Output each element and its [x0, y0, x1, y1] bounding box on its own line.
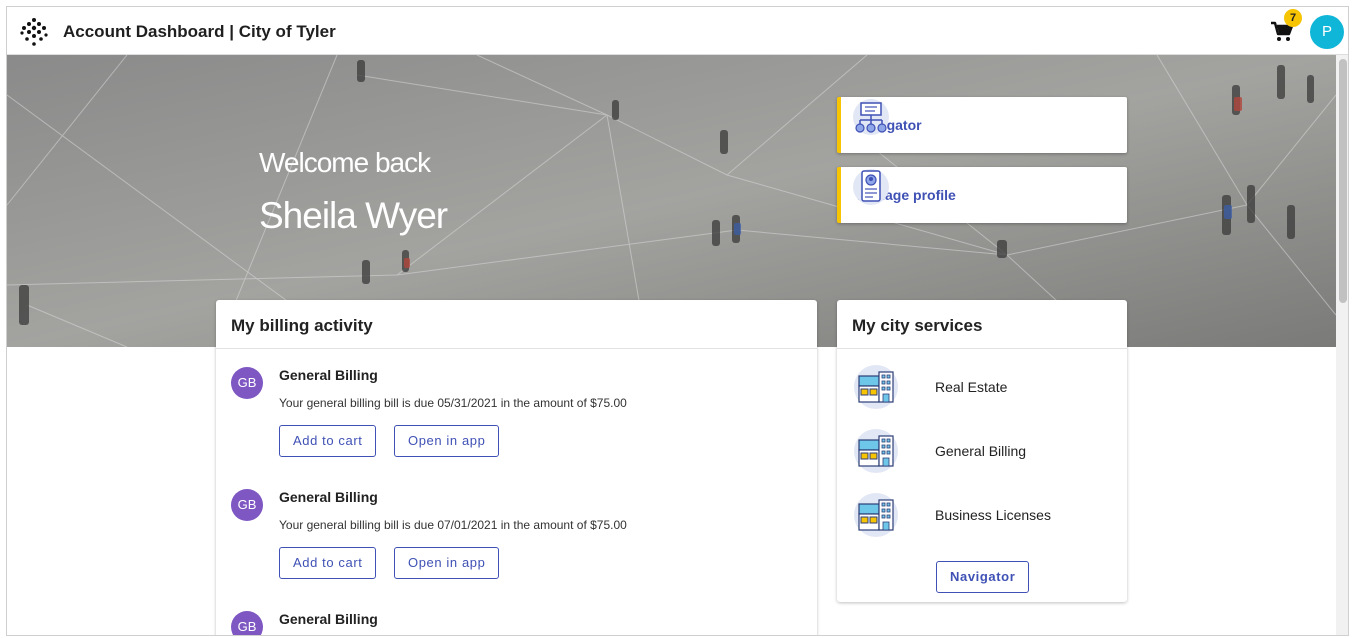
billing-item-description: Your general billing bill is due 05/31/2…: [279, 396, 627, 410]
navigator-quick-link[interactable]: Navigator: [837, 97, 1127, 153]
building-icon: [854, 429, 898, 473]
services-navigator-button[interactable]: Navigator: [936, 561, 1030, 593]
top-bar: Account Dashboard | City of Tyler 7 P: [7, 7, 1348, 55]
billing-item-description: Your general billing bill is due 07/01/2…: [279, 518, 627, 532]
user-name: Sheila Wyer: [259, 195, 448, 236]
service-label: Business Licenses: [935, 507, 1051, 523]
billing-item: GB General Billing: [216, 611, 817, 635]
billing-activity-panel: My billing activity GB General Billing Y…: [216, 300, 817, 635]
billing-avatar: GB: [231, 489, 263, 521]
billing-item: GB General Billing Your general billing …: [216, 489, 817, 609]
billing-panel-title: My billing activity: [216, 300, 817, 349]
city-services-panel: My city services Real Estate General Bil…: [837, 300, 1127, 602]
billing-avatar: GB: [231, 611, 263, 635]
profile-card-icon: [853, 169, 889, 205]
billing-item-title: General Billing: [279, 367, 378, 383]
cart-count-badge: 7: [1284, 9, 1302, 27]
app-window: Account Dashboard | City of Tyler 7 P We…: [6, 6, 1349, 636]
welcome-text: Welcome back: [259, 147, 431, 178]
service-item-general-billing[interactable]: General Billing: [837, 428, 1127, 478]
billing-avatar: GB: [231, 367, 263, 399]
building-icon: [854, 493, 898, 537]
building-icon: [854, 365, 898, 409]
open-in-app-button[interactable]: Open in app: [394, 425, 500, 457]
manage-profile-quick-link[interactable]: Manage profile: [837, 167, 1127, 223]
city-logo-icon[interactable]: [19, 17, 49, 47]
page-scrollbar-thumb[interactable]: [1339, 59, 1347, 303]
service-label: General Billing: [935, 443, 1027, 459]
open-in-app-button[interactable]: Open in app: [394, 547, 500, 579]
app-title: Account Dashboard | City of Tyler: [63, 22, 336, 41]
org-chart-icon: [853, 99, 889, 135]
billing-item-title: General Billing: [279, 611, 378, 627]
user-avatar-button[interactable]: P: [1310, 15, 1344, 49]
service-label: Real Estate: [935, 379, 1008, 395]
add-to-cart-button[interactable]: Add to cart: [279, 547, 377, 579]
add-to-cart-button[interactable]: Add to cart: [279, 425, 377, 457]
billing-item: GB General Billing Your general billing …: [216, 367, 817, 487]
service-item-real-estate[interactable]: Real Estate: [837, 364, 1127, 414]
billing-item-title: General Billing: [279, 489, 378, 505]
services-panel-title: My city services: [837, 300, 1127, 349]
service-item-business-licenses[interactable]: Business Licenses: [837, 492, 1127, 542]
